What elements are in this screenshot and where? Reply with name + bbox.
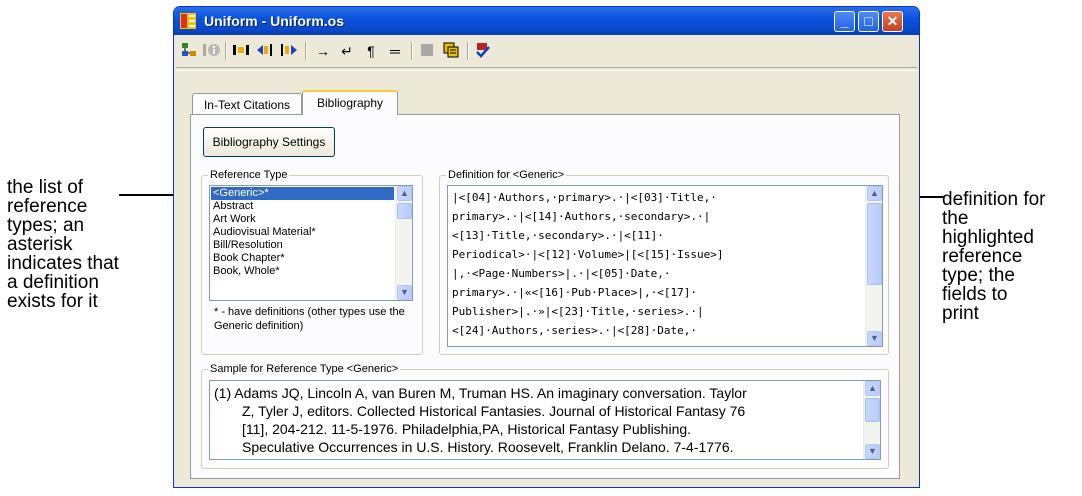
reference-type-item[interactable]: Abstract: [211, 200, 394, 213]
maximize-button[interactable]: □: [858, 11, 879, 32]
tab-in-text-citations[interactable]: In-Text Citations: [192, 93, 302, 115]
reference-type-item[interactable]: Book, Whole*: [211, 265, 394, 278]
definition-line: <[24]·Authors,·series>.·|<[28]·Date,·: [452, 324, 698, 337]
reference-type-group: Reference Type <Generic>* Abstract Art Wor…: [201, 168, 423, 355]
toolbar-separator: [467, 42, 469, 60]
bibliography-panel: Bibliography Settings Reference Type <Ge…: [190, 114, 900, 479]
tab-bibliography[interactable]: Bibliography: [302, 90, 398, 115]
scroll-up-icon[interactable]: ▲: [867, 186, 882, 201]
tree-icon[interactable]: [179, 41, 199, 61]
arrow-icon[interactable]: →: [313, 41, 333, 61]
toolbar: → ↵ ¶ ═: [177, 39, 916, 65]
definitions-note: * - have definitions (other types use th…: [214, 306, 405, 332]
return-icon[interactable]: ↵: [337, 41, 357, 61]
reference-type-legend: Reference Type: [208, 168, 290, 182]
uniform-window: Uniform - Uniform.os _ □ ✕ → ↵ ¶ ═ In-Te…: [173, 6, 920, 488]
scroll-down-icon[interactable]: ▼: [867, 331, 882, 346]
toolbar-separator: [225, 42, 227, 60]
definition-line: primary>.·|<[14]·Authors,·secondary>.·|: [452, 210, 711, 223]
title-bar[interactable]: Uniform - Uniform.os _ □ ✕: [174, 7, 919, 35]
definition-editor[interactable]: |<[04]·Authors,·primary>.·|<[03]·Title,·…: [447, 185, 883, 347]
reference-type-item[interactable]: Audiovisual Material*: [211, 226, 394, 239]
scroll-thumb[interactable]: [867, 203, 882, 285]
app-icon: [180, 13, 196, 29]
sample-legend: Sample for Reference Type <Generic>: [208, 362, 401, 376]
move-right-icon[interactable]: [279, 41, 299, 61]
sample-scrollbar[interactable]: ▲ ▼: [863, 381, 880, 459]
sample-preview[interactable]: (1) Adams JQ, Lincoln A, van Buren M, Tr…: [209, 380, 881, 460]
callout-reference-types: the list of reference types; an asterisk…: [7, 177, 119, 312]
sample-group: Sample for Reference Type <Generic> (1) …: [201, 362, 889, 469]
bibliography-settings-button[interactable]: Bibliography Settings: [203, 127, 335, 157]
definition-legend: Definition for <Generic>: [446, 168, 567, 182]
reference-type-item[interactable]: Art Work: [211, 213, 394, 226]
reference-type-item[interactable]: Book Chapter*: [211, 252, 394, 265]
definition-group: Definition for <Generic> |<[04]·Authors,…: [439, 168, 889, 355]
sample-line: [11], 204-212. 11-5-1976. Philadelphia,P…: [242, 421, 692, 437]
scroll-thumb[interactable]: [397, 203, 412, 219]
sample-line: Z, Tyler J, editors. Collected Historica…: [242, 403, 746, 419]
sample-line: (1) Adams JQ, Lincoln A, van Buren M, Tr…: [214, 385, 747, 401]
toolbar-separator: [411, 42, 413, 60]
reference-type-scrollbar[interactable]: ▲ ▼: [395, 186, 412, 300]
definition-line: |<[04]·Authors,·primary>.·|<[03]·Title,·: [452, 191, 717, 204]
definition-line: |,·<Page·Numbers>|.·|<[05]·Date,·: [452, 267, 671, 280]
definition-line: <[13]·Title,·secondary>.·|<[11]·: [452, 229, 664, 242]
pilcrow-icon[interactable]: ¶: [361, 41, 381, 61]
grid-icon[interactable]: [441, 41, 461, 61]
minimize-button[interactable]: _: [834, 11, 855, 32]
definition-scrollbar[interactable]: ▲ ▼: [865, 186, 882, 346]
info-icon[interactable]: [201, 41, 221, 61]
sample-line: Speculative Occurrences in U.S. History.…: [242, 439, 734, 455]
scroll-down-icon[interactable]: ▼: [397, 285, 412, 300]
scroll-down-icon[interactable]: ▼: [865, 444, 880, 459]
scroll-up-icon[interactable]: ▲: [397, 186, 412, 201]
toolbar-separator: [305, 42, 307, 60]
toolbar-divider: [176, 67, 917, 71]
scroll-thumb[interactable]: [865, 398, 880, 422]
definition-line: Periodical>·|<[12]·Volume>|[<[15]·Issue>…: [452, 248, 724, 261]
check-icon[interactable]: [473, 41, 493, 61]
block-icon[interactable]: [417, 41, 437, 61]
definition-line: primary>.·|«<[16]·Pub·Place>|,·<[17]·: [452, 286, 698, 299]
reference-type-list[interactable]: <Generic>* Abstract Art Work Audiovisual Ma…: [209, 185, 413, 301]
definition-line: Publisher>|.·»|<[23]·Title,·series>.·|: [452, 305, 704, 318]
window-title: Uniform - Uniform.os: [204, 13, 344, 29]
reference-type-item[interactable]: <Generic>*: [211, 187, 394, 200]
reference-type-item[interactable]: Bill/Resolution: [211, 239, 394, 252]
scroll-up-icon[interactable]: ▲: [865, 381, 880, 396]
equals-icon[interactable]: ═: [385, 41, 405, 61]
move-left-icon[interactable]: [255, 41, 275, 61]
callout-definition: definition for the highlighted reference…: [942, 189, 1046, 324]
insert-field-icon[interactable]: [231, 41, 251, 61]
close-button[interactable]: ✕: [882, 11, 903, 32]
